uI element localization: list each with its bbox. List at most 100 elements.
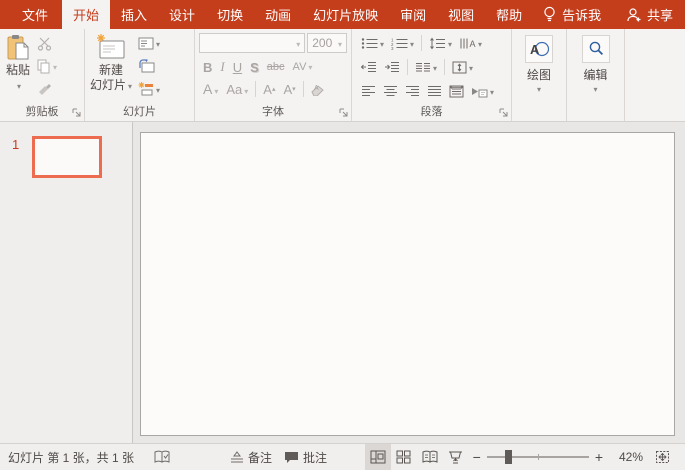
underline-button[interactable]: U xyxy=(230,60,245,75)
tab-animations[interactable]: 动画 xyxy=(254,0,302,29)
text-shadow-button[interactable]: S xyxy=(247,60,262,75)
font-size-dropdown-arrow-icon[interactable] xyxy=(336,36,342,50)
columns-dropdown-arrow-icon[interactable] xyxy=(431,60,437,74)
clear-formatting-button[interactable]: A xyxy=(308,83,328,96)
text-direction-dropdown-arrow-icon[interactable] xyxy=(476,36,482,50)
line-spacing-dropdown-arrow-icon[interactable] xyxy=(446,36,452,50)
reset-slide-button[interactable] xyxy=(136,56,162,76)
align-left-button[interactable] xyxy=(359,84,378,98)
increase-indent-button[interactable] xyxy=(382,60,402,74)
format-painter-icon xyxy=(39,84,51,95)
fit-slide-to-window-button[interactable] xyxy=(649,450,675,464)
paste-button[interactable]: 粘贴 xyxy=(2,31,34,96)
drawing-menu-button[interactable]: A 绘图 ▾ xyxy=(525,31,553,94)
font-color-button[interactable]: A xyxy=(200,81,221,97)
tab-transitions[interactable]: 切换 xyxy=(206,0,254,29)
comments-button[interactable]: 批注 xyxy=(278,444,333,470)
paste-dropdown-arrow-icon[interactable] xyxy=(15,78,21,94)
paste-label: 粘贴 xyxy=(5,63,30,77)
strikethrough-button[interactable]: abc xyxy=(264,61,288,73)
zoom-slider[interactable] xyxy=(486,450,589,464)
scissors-icon xyxy=(37,37,52,51)
slide-canvas[interactable] xyxy=(140,132,675,436)
reading-view-button[interactable] xyxy=(417,444,443,470)
tab-review[interactable]: 审阅 xyxy=(389,0,437,29)
tab-slideshow[interactable]: 幻灯片放映 xyxy=(302,0,389,29)
divider xyxy=(255,81,257,97)
tell-me-label: 告诉我 xyxy=(562,8,602,23)
slide-sorter-view-button[interactable] xyxy=(391,444,417,470)
divider xyxy=(407,59,408,75)
character-spacing-button[interactable]: AV xyxy=(290,61,316,73)
bullets-dropdown-arrow-icon[interactable] xyxy=(378,36,384,50)
tab-insert[interactable]: 插入 xyxy=(110,0,158,29)
tell-me-button[interactable]: 告诉我 xyxy=(533,0,611,29)
decrease-font-size-button[interactable]: A xyxy=(280,82,298,97)
change-case-button[interactable]: Aa xyxy=(223,82,251,97)
font-size-combobox[interactable]: 200 xyxy=(307,33,347,53)
format-painter-button[interactable] xyxy=(35,79,59,99)
slide-counter[interactable]: 幻灯片 第 1 张，共 1 张 xyxy=(6,449,148,466)
paragraph-group: 123 A xyxy=(352,29,512,121)
spell-check-button[interactable] xyxy=(148,444,176,470)
editing-menu-button[interactable]: 编辑 ▾ xyxy=(581,31,610,94)
tab-view[interactable]: 视图 xyxy=(437,0,485,29)
text-direction-button[interactable]: A xyxy=(457,35,484,51)
font-dialog-launcher[interactable] xyxy=(339,108,349,118)
spacing-dropdown-arrow-icon[interactable] xyxy=(306,61,312,73)
slide-thumbnail-selected[interactable] xyxy=(32,136,102,178)
zoom-slider-thumb[interactable] xyxy=(505,450,513,464)
zoom-percent[interactable]: 42% xyxy=(609,450,643,464)
clipboard-dialog-launcher[interactable] xyxy=(72,108,82,118)
tab-design[interactable]: 设计 xyxy=(158,0,206,29)
layout-dropdown-arrow-icon[interactable] xyxy=(154,36,160,50)
zoom-out-button[interactable]: − xyxy=(473,449,481,465)
tab-home[interactable]: 开始 xyxy=(62,0,111,29)
section-dropdown-arrow-icon[interactable] xyxy=(154,82,160,96)
italic-button[interactable]: I xyxy=(217,59,227,75)
notes-label: 备注 xyxy=(248,450,273,465)
share-button[interactable]: 共享 xyxy=(614,0,685,29)
tab-help[interactable]: 帮助 xyxy=(485,0,533,29)
paragraph-dialog-launcher[interactable] xyxy=(499,108,509,118)
normal-view-icon xyxy=(370,450,386,464)
tab-file[interactable]: 文件 xyxy=(8,0,62,29)
font-color-dropdown-arrow-icon[interactable] xyxy=(212,81,218,97)
zoom-in-button[interactable]: + xyxy=(595,449,603,465)
slide-layout-button[interactable] xyxy=(136,33,162,53)
bullets-button[interactable] xyxy=(359,35,386,51)
distribute-text-button[interactable] xyxy=(447,84,466,99)
new-slide-dropdown-arrow-icon[interactable] xyxy=(126,78,132,92)
divider xyxy=(302,81,304,97)
columns-button[interactable] xyxy=(413,59,439,75)
increase-font-size-button[interactable]: A xyxy=(260,82,278,97)
change-case-dropdown-arrow-icon[interactable] xyxy=(242,82,248,97)
columns-icon xyxy=(416,63,430,72)
justify-button[interactable] xyxy=(425,84,444,98)
line-spacing-button[interactable] xyxy=(427,35,454,51)
new-slide-label-line1: 新建 xyxy=(99,63,124,77)
cut-button[interactable] xyxy=(35,33,59,53)
align-center-button[interactable] xyxy=(381,84,400,98)
notes-button[interactable]: 备注 xyxy=(224,444,278,470)
numbering-button[interactable]: 123 xyxy=(389,35,416,51)
numbering-dropdown-arrow-icon[interactable] xyxy=(408,36,414,50)
divider xyxy=(444,59,446,75)
slideshow-view-button[interactable] xyxy=(443,444,469,470)
font-name-combobox[interactable] xyxy=(199,33,306,53)
smartart-dropdown-arrow-icon[interactable] xyxy=(488,84,494,98)
align-text-dropdown-arrow-icon[interactable] xyxy=(467,60,473,74)
slide-thumbnail-panel[interactable]: 1 xyxy=(0,122,133,443)
decrease-indent-button[interactable] xyxy=(359,60,379,74)
align-text-button[interactable] xyxy=(450,59,475,75)
normal-view-button[interactable] xyxy=(364,444,391,470)
new-slide-button[interactable]: 新建 幻灯片 xyxy=(87,31,135,96)
copy-button[interactable] xyxy=(35,56,59,76)
align-right-button[interactable] xyxy=(403,84,422,98)
bold-button[interactable]: B xyxy=(200,60,215,75)
section-button[interactable] xyxy=(136,79,162,99)
font-name-dropdown-arrow-icon[interactable] xyxy=(294,36,300,50)
copy-dropdown-arrow-icon[interactable] xyxy=(51,59,57,73)
convert-to-smartart-button[interactable] xyxy=(469,83,496,99)
svg-text:A: A xyxy=(470,39,476,49)
